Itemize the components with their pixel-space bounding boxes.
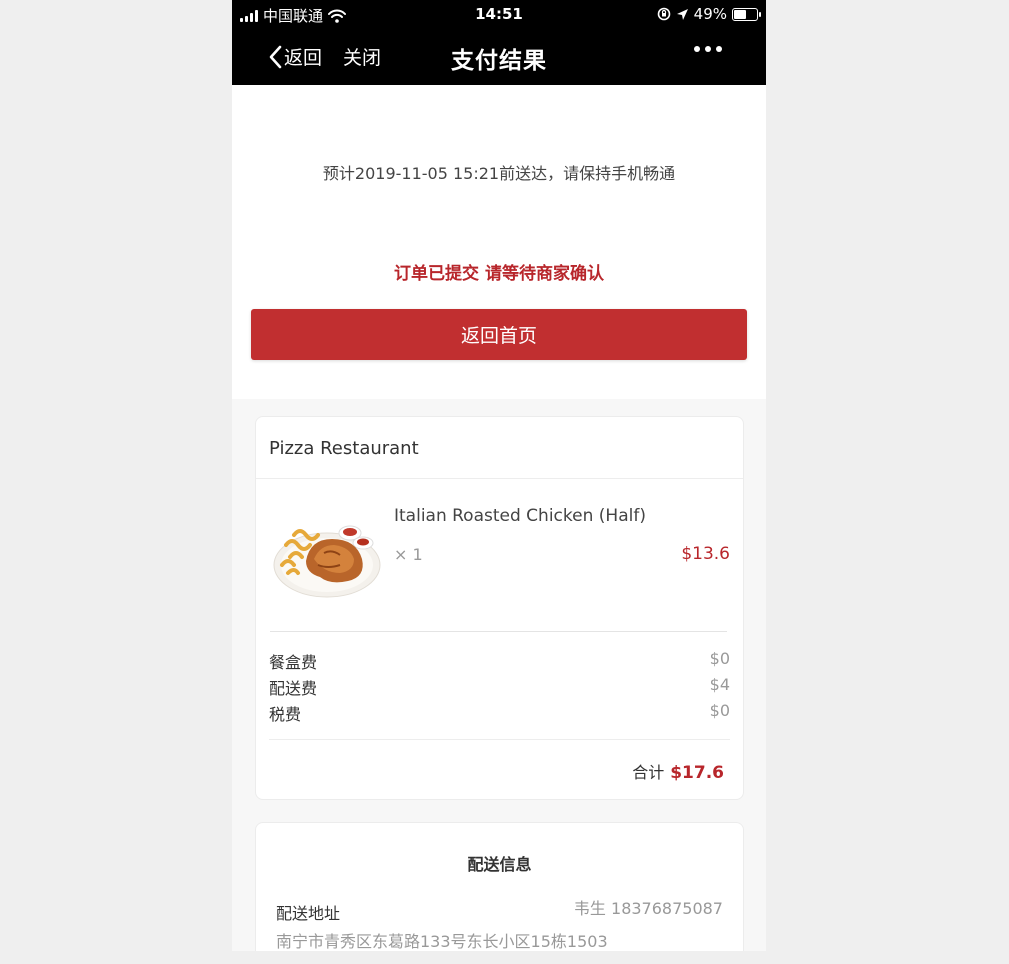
recipient-contact: 韦生 18376875087 [573, 899, 723, 918]
fee-label: 餐盒费 [269, 653, 318, 672]
delivery-address: 南宁市青秀区东葛路133号东长小区15栋1503 [276, 932, 608, 951]
battery-icon [732, 7, 761, 21]
location-arrow-icon [676, 8, 688, 20]
total-label: 合计 [632, 763, 665, 782]
status-right: 49% [657, 5, 761, 23]
nav-bar: 返回 关闭 支付结果 [232, 28, 766, 85]
more-button[interactable] [694, 46, 722, 52]
fee-value: $0 [709, 649, 730, 668]
item-price: $13.6 [681, 544, 730, 564]
battery-percent: 49% [693, 5, 727, 23]
divider [270, 631, 727, 632]
status-bar: 中国联通 14:51 49% [232, 0, 766, 28]
dot-icon [705, 46, 711, 52]
order-status-text: 订单已提交 请等待商家确认 [394, 264, 604, 284]
return-home-button[interactable]: 返回首页 [251, 309, 747, 360]
address-label: 配送地址 [276, 904, 341, 923]
fee-value: $4 [709, 675, 730, 694]
fee-label: 税费 [269, 705, 302, 724]
payment-result-section: 预计2019-11-05 15:21前送达，请保持手机畅通 订单已提交 请等待商… [232, 85, 766, 399]
store-name: Pizza Restaurant [269, 438, 419, 459]
phone-screen: 中国联通 14:51 49% 返回 关闭 支付结果 预计2019-11-05 1… [232, 0, 766, 951]
fee-label: 配送费 [269, 679, 318, 698]
fee-row-box: 餐盒费 $0 [269, 649, 730, 673]
dot-icon [716, 46, 722, 52]
delivery-eta: 预计2019-11-05 15:21前送达，请保持手机畅通 [322, 164, 676, 183]
divider [269, 739, 730, 740]
fee-row-delivery: 配送费 $4 [269, 675, 730, 699]
rotation-lock-icon [657, 7, 670, 21]
food-image [273, 525, 381, 598]
item-name: Italian Roasted Chicken (Half) [394, 506, 646, 526]
page-title: 支付结果 [451, 48, 547, 74]
divider [256, 478, 743, 479]
fee-value: $0 [709, 701, 730, 720]
fee-row-tax: 税费 $0 [269, 701, 730, 725]
dot-icon [694, 46, 700, 52]
order-total: 合计 $17.6 [632, 759, 724, 783]
order-card: Pizza Restaurant Italian Roasted Chicken… [255, 416, 744, 800]
delivery-title: 配送信息 [467, 855, 532, 874]
item-quantity: × 1 [394, 545, 423, 564]
total-value: $17.6 [670, 763, 724, 783]
delivery-card: 配送信息 配送地址 韦生 18376875087 南宁市青秀区东葛路133号东长… [255, 822, 744, 951]
